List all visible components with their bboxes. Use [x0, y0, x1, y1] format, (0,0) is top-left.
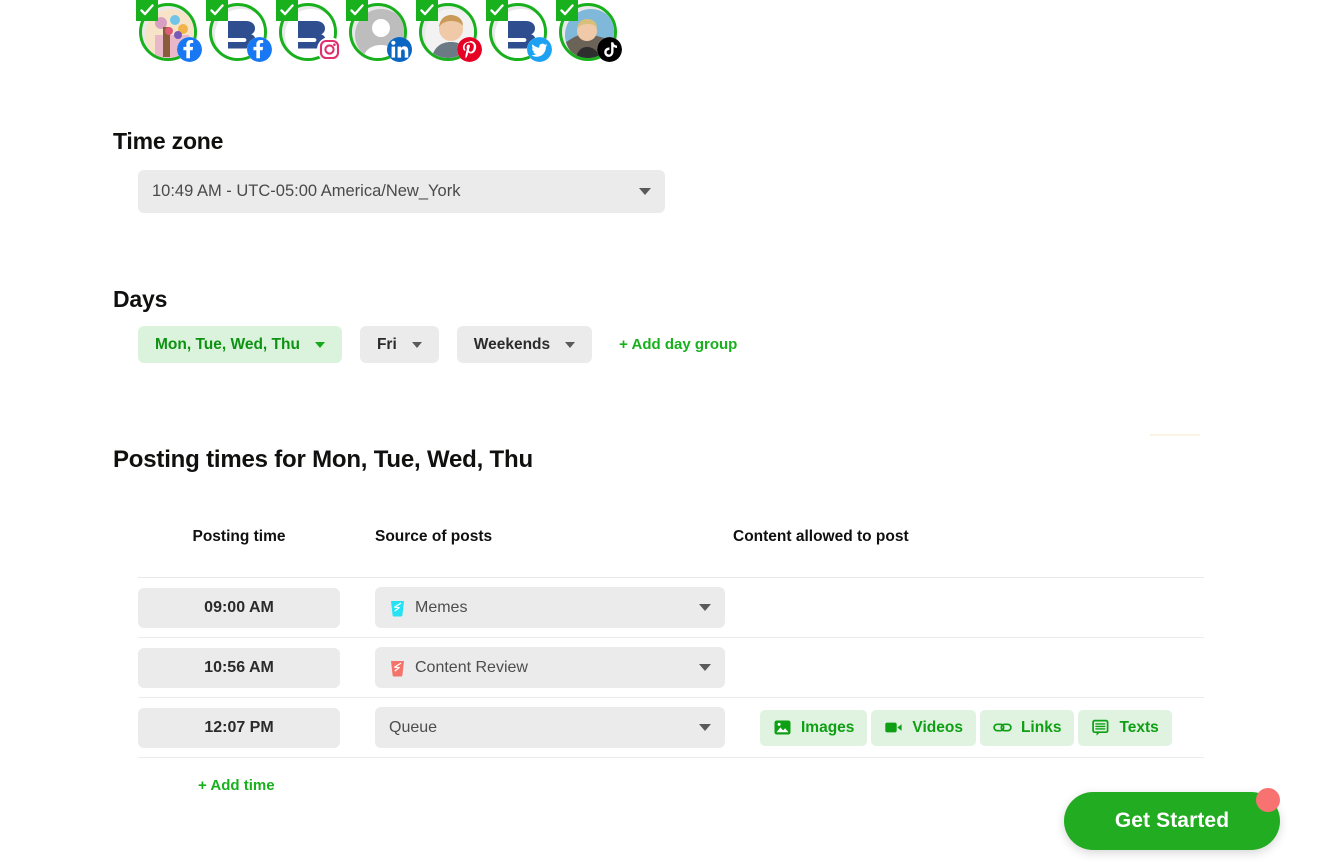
get-started-label: Get Started [1114, 809, 1230, 832]
chevron-down-icon [565, 341, 576, 348]
source-label: Content Review [415, 658, 528, 676]
day-groups-row: Mon, Tue, Wed, Thu Fri Weekends + Add da… [138, 326, 737, 363]
connected-check-icon [346, 0, 368, 21]
content-toggle-label: Images [801, 718, 855, 736]
posting-time-field[interactable]: 12:07 PM [138, 707, 340, 748]
facebook-icon [177, 37, 202, 62]
source-of-posts-select[interactable]: Queue [375, 707, 725, 748]
chevron-down-icon [639, 188, 651, 195]
connected-check-icon [416, 0, 438, 21]
content-toggle-label: Videos [912, 718, 963, 736]
video-icon [884, 718, 903, 737]
source-of-posts-select[interactable]: Memes [375, 587, 725, 628]
pinterest-icon [457, 37, 482, 62]
connected-check-icon [486, 0, 508, 21]
tiktok-icon [597, 37, 622, 62]
table-header-row: Posting time Source of posts Content all… [138, 528, 1204, 578]
connected-accounts-row [136, 0, 622, 64]
day-group-chip-2[interactable]: Fri [359, 326, 439, 363]
column-header-posting-time: Posting time [192, 528, 286, 545]
add-time-button[interactable]: + Add time [198, 777, 275, 794]
instagram-icon [317, 37, 342, 62]
chevron-down-icon [314, 341, 325, 348]
account-avatar-linkedin[interactable] [346, 0, 412, 64]
content-allowed-toggles: Images Videos Links Texts [760, 709, 1172, 746]
get-started-button[interactable]: Get Started [1064, 792, 1280, 850]
chevron-down-icon [411, 341, 422, 348]
source-label: Queue [389, 718, 438, 736]
account-avatar-facebook-1[interactable] [136, 0, 202, 64]
get-started-container: Get Started [1060, 778, 1300, 854]
account-avatar-instagram[interactable] [276, 0, 342, 64]
account-avatar-pinterest[interactable] [416, 0, 482, 64]
column-header-content-allowed: Content allowed to post [733, 528, 909, 545]
posting-time-field[interactable]: 10:56 AM [138, 647, 340, 688]
account-avatar-tiktok[interactable] [556, 0, 622, 64]
day-group-chip-1[interactable]: Mon, Tue, Wed, Thu [138, 326, 342, 363]
content-toggle-links[interactable]: Links [979, 709, 1075, 746]
facebook-icon [247, 37, 272, 62]
notification-dot[interactable] [1256, 788, 1280, 812]
image-icon [773, 718, 792, 737]
category-cup-icon [389, 598, 406, 617]
table-row: 12:07 PM Queue Images Videos Links Texts [138, 698, 1204, 758]
day-group-label: Fri [376, 335, 397, 353]
content-toggle-videos[interactable]: Videos [871, 709, 976, 746]
content-toggle-label: Links [1020, 718, 1062, 736]
days-heading: Days [113, 286, 168, 312]
posting-time-field[interactable]: 09:00 AM [138, 587, 340, 628]
account-avatar-facebook-2[interactable] [206, 0, 272, 64]
chevron-down-icon [699, 664, 711, 671]
linkedin-icon [387, 37, 412, 62]
timezone-select[interactable]: 10:49 AM - UTC-05:00 America/New_York [138, 170, 665, 213]
connected-check-icon [206, 0, 228, 21]
account-avatar-twitter[interactable] [486, 0, 552, 64]
connected-check-icon [136, 0, 158, 21]
decorative-divider [1150, 434, 1200, 436]
content-toggle-label: Texts [1119, 718, 1159, 736]
table-row: 10:56 AM Content Review [138, 638, 1204, 698]
source-label: Memes [415, 598, 468, 616]
connected-check-icon [556, 0, 578, 21]
table-row: 09:00 AM Memes [138, 578, 1204, 638]
timezone-value: 10:49 AM - UTC-05:00 America/New_York [152, 182, 461, 200]
source-of-posts-select[interactable]: Content Review [375, 647, 725, 688]
timezone-heading: Time zone [113, 128, 224, 154]
twitter-icon [527, 37, 552, 62]
text-bubble-icon [1091, 718, 1110, 737]
day-group-chip-3[interactable]: Weekends [456, 326, 593, 363]
chevron-down-icon [699, 724, 711, 731]
link-icon [993, 718, 1012, 737]
chevron-down-icon [699, 604, 711, 611]
content-toggle-images[interactable]: Images [760, 709, 868, 746]
content-toggle-texts[interactable]: Texts [1078, 709, 1172, 746]
connected-check-icon [276, 0, 298, 21]
column-header-source: Source of posts [375, 528, 493, 545]
day-group-label: Mon, Tue, Wed, Thu [155, 335, 300, 353]
posting-times-table: Posting time Source of posts Content all… [138, 528, 1204, 758]
posting-times-heading: Posting times for Mon, Tue, Wed, Thu [113, 446, 533, 473]
day-group-label: Weekends [473, 335, 551, 353]
add-day-group-button[interactable]: + Add day group [619, 336, 737, 353]
category-cup-icon [389, 658, 406, 677]
